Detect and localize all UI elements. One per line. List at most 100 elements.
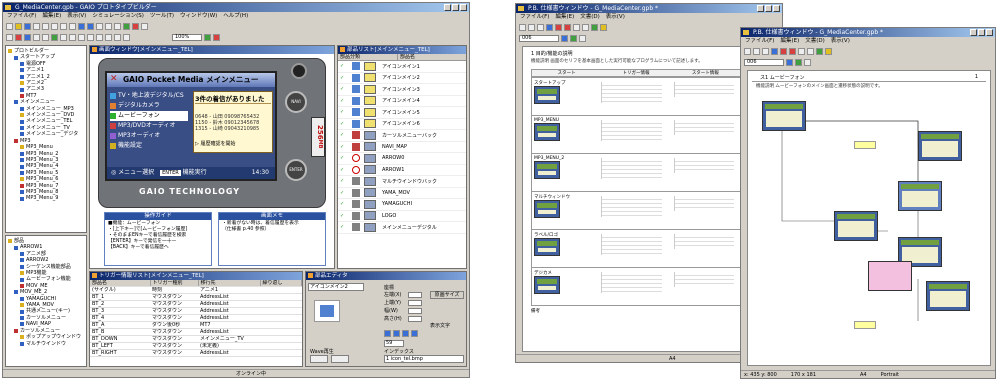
spec-window-back-titlebar[interactable]: P.B. 仕様書ウィンドウ - G_MediaCenter.gpb * (516, 4, 782, 13)
align-middle-icon[interactable] (105, 34, 112, 41)
navi-button[interactable]: NAVI (285, 91, 307, 113)
copy-icon[interactable] (42, 23, 49, 30)
align-right-button[interactable] (402, 330, 409, 337)
next-icon[interactable] (564, 24, 571, 31)
align-top-icon[interactable] (96, 34, 103, 41)
align-center-button[interactable] (393, 330, 400, 337)
bold-icon[interactable] (561, 35, 568, 42)
phone-menu-item[interactable]: デジタルカメラ (110, 101, 188, 111)
parts-editor-titlebar[interactable]: 部品エディタ (306, 272, 466, 280)
cut-icon[interactable] (744, 48, 751, 55)
table-icon[interactable] (579, 35, 586, 42)
flow-node-2[interactable] (918, 131, 962, 161)
phone-menu-item[interactable]: TV・地上波デジタル/CS (110, 91, 188, 101)
trigger-row[interactable]: BT_3 マウスダウン AddressList (90, 307, 302, 315)
flow-node-4[interactable] (834, 211, 878, 241)
number-field[interactable]: 59 (384, 340, 404, 347)
undo-icon[interactable] (60, 23, 67, 30)
new-file-icon[interactable] (6, 23, 13, 30)
zoom-combo[interactable]: 100% (172, 34, 202, 41)
parts-row[interactable]: ✓ LOGO (338, 211, 466, 222)
coord-input[interactable] (408, 292, 422, 298)
index-select[interactable]: 1 icon_tel.bmp (384, 355, 464, 363)
flow-node-3[interactable] (898, 181, 942, 211)
paste-icon[interactable] (762, 48, 769, 55)
parts-icon[interactable] (87, 23, 94, 30)
print-icon[interactable] (582, 24, 589, 31)
phone-menu-item[interactable]: 機能設定 (110, 141, 188, 151)
align-right-icon[interactable] (87, 34, 94, 41)
menu-edit[interactable]: 編集(E) (42, 12, 61, 21)
original-size-button[interactable]: 原画サイズ (430, 291, 464, 299)
text-tool-icon[interactable] (33, 34, 40, 41)
redo-icon[interactable] (69, 23, 76, 30)
grid-icon[interactable] (105, 23, 112, 30)
copy-icon[interactable] (753, 48, 760, 55)
screen-icon[interactable] (78, 23, 85, 30)
align-center-icon[interactable] (78, 34, 85, 41)
menu-file[interactable]: ファイル(F) (520, 13, 549, 22)
parts-row[interactable]: ✓ メインメニューデジタル (338, 222, 466, 234)
history-link[interactable]: ▷ 履歴確認を開始 (195, 140, 271, 147)
section-thumbnail[interactable] (534, 86, 560, 104)
trigger-icon[interactable] (96, 23, 103, 30)
rect-tool-icon[interactable] (15, 34, 22, 41)
section-thumbnail[interactable] (534, 161, 560, 179)
align-left-button[interactable] (384, 330, 391, 337)
history-entry[interactable]: 1315 - 山崎 09043210985 (195, 126, 271, 132)
close-button[interactable] (773, 5, 780, 12)
maximize-button[interactable] (978, 29, 985, 36)
parts-row[interactable]: ✓ マルチウインドウバック (338, 176, 466, 188)
cut-icon[interactable] (519, 24, 526, 31)
parts-row[interactable]: ✓ NAVI_MAP (338, 142, 466, 153)
trigger-row[interactable]: BT_LEFT マウスダウン (未定義) (90, 342, 302, 350)
paste-icon[interactable] (537, 24, 544, 31)
menu-view[interactable]: 表示(V) (606, 13, 625, 22)
parts-row[interactable]: ✓ ARROW1 (338, 165, 466, 176)
menu-window[interactable]: ウィンドウ(W) (180, 12, 217, 21)
close-button[interactable] (986, 29, 993, 36)
menu-simulation[interactable]: シミュレーション(S) (92, 12, 144, 21)
menu-document[interactable]: 文書(D) (805, 37, 825, 46)
align-icon[interactable] (114, 23, 121, 30)
stop-icon[interactable] (132, 23, 139, 30)
prev-icon[interactable] (780, 48, 787, 55)
trigger-row[interactable]: BT_B マウスダウン AddressList (90, 328, 302, 336)
parts-row[interactable]: ✓ アイコンメイン4 (338, 96, 466, 107)
spec-window-front-titlebar[interactable]: P.B. 仕様書ウィンドウ - G_MediaCenter.gpb * (741, 28, 995, 37)
part-name-field[interactable]: アイコンメイン2 (308, 283, 364, 291)
print-icon[interactable] (807, 48, 814, 55)
window-titlebar[interactable]: G_MediaCenter.gpb - GAIO プロトタイプビルダー (3, 3, 469, 12)
minimize-button[interactable] (444, 4, 451, 11)
flow-node-6[interactable] (926, 281, 970, 311)
color-icon[interactable] (795, 59, 802, 66)
zoom-in-icon[interactable] (591, 24, 598, 31)
menu-view[interactable]: 表示(V) (67, 12, 86, 21)
trigger-row[interactable]: BT_DOWN マウスダウン メインメニュー_TV (90, 335, 302, 343)
menu-file[interactable]: ファイル(F) (7, 12, 36, 21)
parts-row[interactable]: ✓ YAMAGUCHI (338, 199, 466, 211)
stop-wave-button[interactable] (331, 355, 349, 363)
open-folder-icon[interactable] (15, 23, 22, 30)
menu-view[interactable]: 表示(V) (831, 37, 850, 46)
screen-window-titlebar[interactable]: 画面ウィンドウ[メインメニュー_TEL] (90, 46, 334, 54)
color-icon[interactable] (570, 35, 577, 42)
coord-input[interactable] (408, 308, 422, 314)
trigger-row[interactable]: BT_2 マウスダウン AddressList (90, 300, 302, 308)
menu-help[interactable]: ヘルプ(H) (223, 12, 248, 21)
page-icon[interactable] (771, 48, 778, 55)
cut-icon[interactable] (33, 23, 40, 30)
paste-icon[interactable] (51, 23, 58, 30)
flow-node-main[interactable] (762, 101, 806, 131)
align-left-icon[interactable] (69, 34, 76, 41)
phone-menu-item[interactable]: MP3/DVDオーディオ (110, 121, 188, 131)
menu-tools[interactable]: ツール(T) (150, 12, 174, 21)
parts-row[interactable]: ✓ アイコンメイン6 (338, 119, 466, 130)
prev-icon[interactable] (555, 24, 562, 31)
next-icon[interactable] (789, 48, 796, 55)
col-header-name[interactable]: 部品名 (398, 54, 415, 60)
zoom-in-icon[interactable] (204, 34, 211, 41)
menu-document[interactable]: 文書(D) (580, 13, 600, 22)
section-thumbnail[interactable] (534, 238, 560, 256)
close-button[interactable] (460, 4, 467, 11)
